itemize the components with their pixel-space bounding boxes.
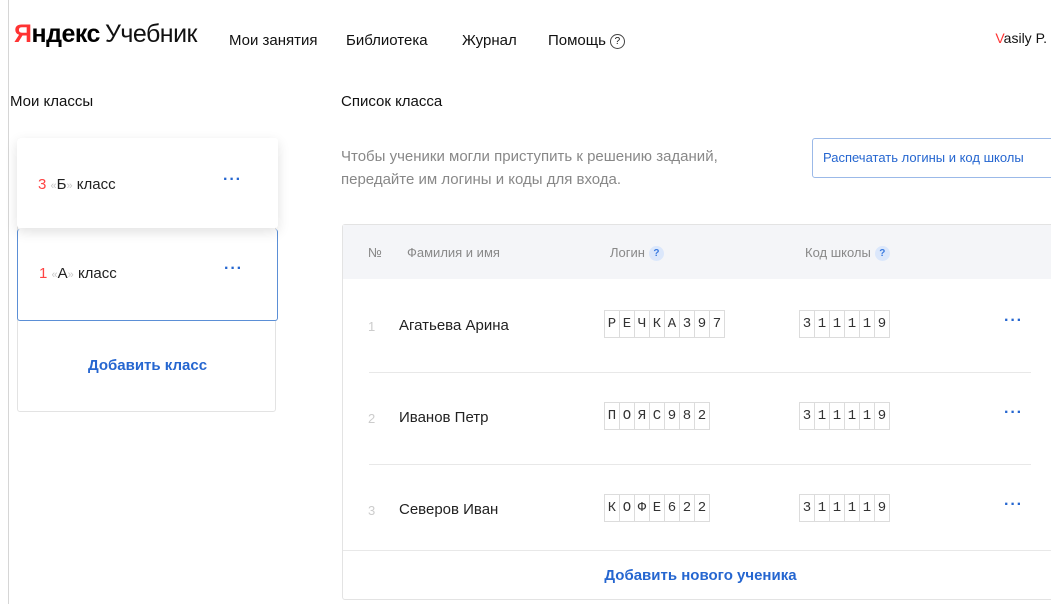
school-code-char: 1	[814, 494, 830, 522]
class-card-3b[interactable]: 3 «Б» класс ···	[17, 138, 278, 228]
school-code-char: 1	[859, 310, 875, 338]
school-code-char: 1	[829, 402, 845, 430]
login-hint-text: Чтобы ученики могли приступить к решению…	[341, 148, 718, 188]
my-classes-title: Мои классы	[10, 93, 94, 110]
nav-help-label: Помощь	[548, 32, 606, 49]
school-code-char: 1	[844, 402, 860, 430]
help-circle-icon: ?	[609, 34, 625, 49]
school-code-char: 1	[859, 494, 875, 522]
login-char: 8	[679, 402, 695, 430]
class-list-title: Список класса	[341, 93, 443, 110]
class-label: 3 «Б» класс	[38, 176, 116, 193]
student-name: Иванов Петр	[399, 409, 489, 426]
nav-help[interactable]: Помощь?	[548, 32, 625, 49]
col-number: №	[368, 245, 382, 260]
table-footer-divider	[343, 550, 1051, 551]
school-code-char: 1	[814, 402, 830, 430]
yandex-uchebnik-logo[interactable]: Яндекс Учебник	[14, 20, 198, 49]
class-label: 1 «А» класс	[39, 265, 117, 282]
table-row: 3 Северов Иван К О Ф Е 6 2 2 3 1 1 1 1 9 ···	[343, 465, 1051, 557]
student-name: Северов Иван	[399, 501, 499, 518]
school-code-char: 1	[829, 494, 845, 522]
row-number: 3	[368, 503, 376, 518]
add-class-link[interactable]: Добавить класс	[18, 357, 277, 374]
row-menu-icon[interactable]: ···	[1004, 404, 1023, 422]
login-char: А	[664, 310, 680, 338]
login-char: Р	[604, 310, 620, 338]
school-code-char: 9	[874, 310, 890, 338]
login-char: 6	[664, 494, 680, 522]
login-char: 2	[679, 494, 695, 522]
login-char: С	[649, 402, 665, 430]
col-login: Логин?	[610, 245, 664, 261]
class-card-1a[interactable]: 1 «А» класс ···	[17, 229, 278, 321]
login-char: Я	[634, 402, 650, 430]
school-code: 311119	[799, 402, 890, 430]
login-char: О	[619, 402, 635, 430]
login-char: О	[619, 494, 635, 522]
nav-journal[interactable]: Журнал	[462, 32, 517, 49]
class-menu-icon[interactable]: ···	[223, 171, 242, 189]
table-row: 2 Иванов Петр П О Я С 9 8 2 3 1 1 1 1 9 ···	[343, 373, 1051, 465]
student-login: РЕЧКА397	[604, 310, 725, 338]
login-char: Ф	[634, 494, 650, 522]
school-code-char: 1	[814, 310, 830, 338]
classes-panel: 3 «Б» класс ··· 1 «А» класс ··· Добавить…	[17, 138, 278, 412]
col-name: Фамилия и имя	[407, 245, 500, 260]
login-char: 3	[679, 310, 695, 338]
table-header: № Фамилия и имя Логин? Код школы?	[343, 225, 1051, 279]
login-char: К	[604, 494, 620, 522]
school-code: 311119	[799, 494, 890, 522]
login-char: 2	[694, 402, 710, 430]
login-char: 7	[709, 310, 725, 338]
school-code-char: 3	[799, 494, 815, 522]
login-char: Е	[619, 310, 635, 338]
window-left-edge	[8, 0, 9, 604]
login-char: К	[649, 310, 665, 338]
add-student-link[interactable]: Добавить нового ученика	[343, 567, 1051, 584]
login-char: Е	[649, 494, 665, 522]
class-menu-icon[interactable]: ···	[224, 260, 243, 278]
school-code-char: 3	[799, 310, 815, 338]
students-table: № Фамилия и имя Логин? Код школы? 1 Агать…	[342, 224, 1051, 600]
login-char: Ч	[634, 310, 650, 338]
student-login: ПОЯС982	[604, 402, 710, 430]
school-code-char: 1	[829, 310, 845, 338]
row-number: 2	[368, 411, 376, 426]
school-code-char: 9	[874, 494, 890, 522]
row-menu-icon[interactable]: ···	[1004, 496, 1023, 514]
school-code-help-icon[interactable]: ?	[874, 246, 890, 261]
row-menu-icon[interactable]: ···	[1004, 312, 1023, 330]
nav-my-lessons[interactable]: Мои занятия	[229, 32, 318, 49]
student-login: КОФЕ622	[604, 494, 710, 522]
user-name[interactable]: Vasily P.	[995, 30, 1047, 46]
school-code-char: 1	[844, 494, 860, 522]
row-number: 1	[368, 319, 376, 334]
school-code-char: 3	[799, 402, 815, 430]
table-row: 1 Агатьева Арина Р Е Ч К А 3 9 7 3 1 1 1 1 9 ···	[343, 281, 1051, 373]
nav-library[interactable]: Библиотека	[346, 32, 428, 49]
top-header: Яндекс Учебник Мои занятия Библиотека Жур…	[0, 0, 1051, 72]
print-logins-button[interactable]: Распечатать логины и код школы	[812, 138, 1051, 178]
school-code-char: 1	[859, 402, 875, 430]
login-help-icon[interactable]: ?	[648, 246, 664, 261]
school-code: 311119	[799, 310, 890, 338]
school-code-char: 1	[844, 310, 860, 338]
col-school-code: Код школы?	[805, 245, 890, 261]
login-char: 2	[694, 494, 710, 522]
login-char: 9	[694, 310, 710, 338]
student-name: Агатьева Арина	[399, 317, 509, 334]
school-code-char: 9	[874, 402, 890, 430]
login-char: 9	[664, 402, 680, 430]
login-char: П	[604, 402, 620, 430]
